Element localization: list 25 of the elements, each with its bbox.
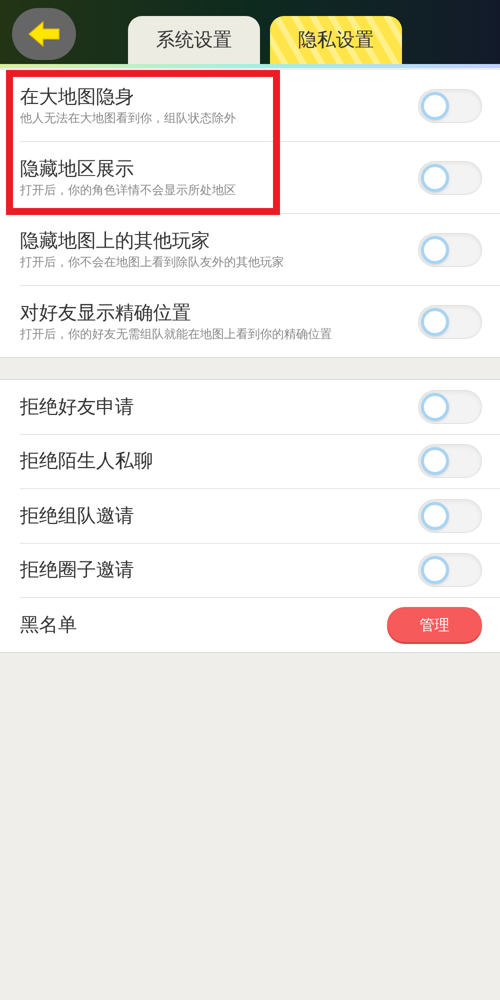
toggle-switch[interactable] [418, 160, 482, 194]
tab[interactable]: 隐私设置 [270, 16, 402, 64]
setting-title: 拒绝好友申请 [20, 394, 135, 419]
toggle-switch[interactable] [418, 304, 482, 338]
toggle-switch[interactable] [418, 232, 482, 266]
setting-title: 隐藏地图上的其他玩家 [20, 228, 211, 252]
setting-description: 打开后，你的角色详情不会显示所处地区 [20, 182, 237, 198]
setting-description: 打开后，你不会在地图上看到除队友外的其他玩家 [20, 254, 285, 270]
setting-title: 黑名单 [20, 612, 78, 637]
setting-description: 他人无法在大地图看到你，组队状态除外 [20, 110, 237, 126]
setting-description: 打开后，你的好友无需组队就能在地图上看到你的精确位置 [20, 326, 333, 342]
setting-title: 拒绝圈子邀请 [20, 558, 135, 582]
toggle-switch[interactable] [418, 553, 482, 588]
setting-title: 拒绝组队邀请 [20, 504, 135, 528]
tab[interactable]: 系统设置 [128, 16, 260, 64]
back-button[interactable] [12, 8, 76, 60]
back-arrow-icon [27, 19, 61, 49]
setting-title: 对好友显示精确位置 [20, 300, 192, 324]
setting-title: 拒绝陌生人私聊 [20, 449, 154, 474]
toggle-switch[interactable] [418, 498, 482, 533]
toggle-switch[interactable] [418, 88, 482, 122]
toggle-switch[interactable] [418, 390, 482, 424]
toggle-switch[interactable] [418, 444, 482, 478]
setting-title: 隐藏地区展示 [20, 156, 135, 180]
setting-title: 在大地图隐身 [20, 84, 135, 108]
